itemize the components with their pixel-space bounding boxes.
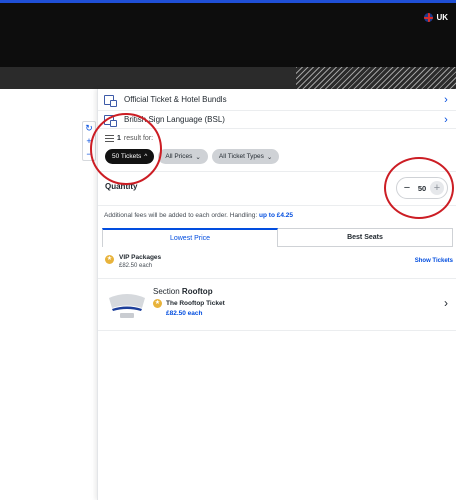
ticket-panel: Official Ticket & Hotel Bundls › British… [97,89,456,500]
filters: 1 result for: 50 Tickets ^ All Prices ⌄ … [98,129,456,169]
chevron-down-icon: ⌄ [195,153,201,161]
zoom-out-button[interactable]: − [83,148,95,161]
section-title: Section Rooftop [153,287,213,296]
bundle-label: Official Ticket & Hotel Bundls [124,95,227,104]
bundle-row[interactable]: Official Ticket & Hotel Bundls › [98,89,456,111]
tab-lowest-price[interactable]: Lowest Price [102,228,278,247]
chevron-right-icon: › [444,113,448,126]
tickets-filter-label: 50 Tickets [112,153,142,160]
types-filter-label: All Ticket Types [218,153,264,160]
tickets-filter-chip[interactable]: 50 Tickets ^ [105,149,155,164]
show-tickets-link[interactable]: Show Tickets [415,258,453,264]
vip-price: £82.50 each [119,263,153,269]
prices-filter-chip[interactable]: All Prices ⌄ [158,149,208,164]
filter-chips: 50 Tickets ^ All Prices ⌄ All Ticket Typ… [105,149,280,164]
reset-map-button[interactable]: ↻ [83,122,95,135]
ticket-price: £82.50 each [166,310,203,317]
quantity-row: Quantity − 50 + [98,171,456,205]
header: UK [0,3,456,67]
fees-notice: Additional fees will be added to each or… [98,205,456,226]
star-icon: ★ [105,255,114,264]
prices-filter-label: All Prices [165,153,193,160]
increase-quantity-button[interactable]: + [430,181,444,195]
sign-language-icon [104,114,117,127]
page: UK ↻ + − Official Ticket & Hotel Bundls … [0,0,456,500]
ticket-name: The Rooftop Ticket [166,300,225,307]
fees-amount: up to £4.25 [259,212,293,219]
types-filter-chip[interactable]: All Ticket Types ⌄ [211,149,280,164]
chevron-down-icon: ⌄ [266,153,273,161]
map-controls: ↻ + − [82,121,96,161]
section-prefix: Section [153,287,180,296]
result-count: 1 [117,135,121,142]
ticket-listing-item[interactable]: Section Rooftop ★ The Rooftop Ticket £82… [98,279,456,331]
header-band [0,67,456,89]
hotel-bundle-icon [104,94,117,107]
quantity-label: Quantity [105,182,138,191]
chevron-right-icon: › [444,296,448,310]
bsl-label: British Sign Language (BSL) [124,115,225,124]
quantity-value: 50 [417,183,427,193]
chevron-up-icon: ^ [144,153,148,160]
stripe-decoration [296,67,456,89]
zoom-in-button[interactable]: + [83,135,95,148]
section-name: Rooftop [181,287,213,296]
tab-best-seats[interactable]: Best Seats [278,228,453,247]
uk-flag-icon [424,13,434,22]
filter-sliders-icon [105,135,114,142]
result-summary: 1 result for: [105,135,153,142]
star-icon: ★ [153,299,162,308]
chevron-right-icon: › [444,93,448,106]
result-text: result for: [123,135,154,142]
section-map-thumbnail [109,294,145,318]
locale-label: UK [436,13,448,22]
vip-title: VIP Packages [119,254,162,261]
locale-selector[interactable]: UK [424,13,448,22]
bsl-row[interactable]: British Sign Language (BSL) › [98,111,456,129]
fees-text: Additional fees will be added to each or… [104,212,258,219]
decrease-quantity-button[interactable]: − [400,181,414,195]
vip-packages-item[interactable]: ★ VIP Packages £82.50 each Show Tickets [98,247,456,279]
quantity-stepper: − 50 + [396,177,448,199]
sort-tabs: Lowest Price Best Seats [102,228,453,247]
